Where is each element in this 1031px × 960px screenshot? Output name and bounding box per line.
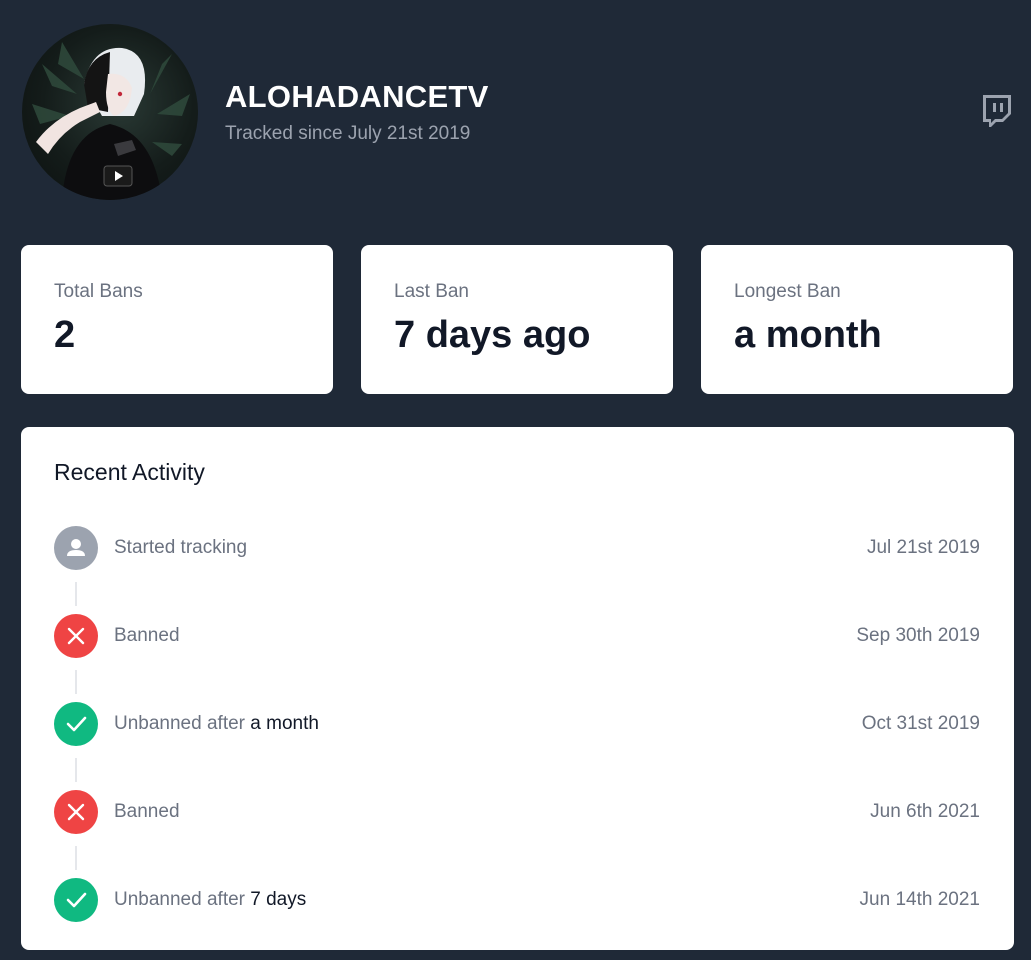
- last-ban-card: Last Ban 7 days ago: [361, 245, 673, 394]
- total-bans-card: Total Bans 2: [21, 245, 333, 394]
- timeline-event: Unbanned after 7 days Jun 14th 2021: [54, 878, 980, 922]
- event-text: Banned: [114, 801, 180, 822]
- longest-ban-card: Longest Ban a month: [701, 245, 1013, 394]
- timeline-connector: [75, 758, 77, 782]
- recent-activity-panel: Recent Activity Started tracking Jul 21s…: [21, 427, 1014, 950]
- timeline-connector: [75, 846, 77, 870]
- event-date: Oct 31st 2019: [861, 713, 980, 734]
- timeline-event: Banned Jun 6th 2021: [54, 790, 980, 834]
- stat-label: Longest Ban: [734, 281, 841, 302]
- event-date: Jun 6th 2021: [870, 801, 980, 822]
- event-date: Sep 30th 2019: [856, 625, 980, 646]
- stat-value: a month: [734, 314, 882, 356]
- check-icon: [54, 702, 98, 746]
- channel-avatar: [22, 24, 198, 200]
- event-date: Jul 21st 2019: [866, 537, 980, 558]
- stats-cards: Total Bans 2 Last Ban 7 days ago Longest…: [21, 245, 1014, 394]
- stat-value: 7 days ago: [394, 314, 591, 356]
- event-date: Jun 14th 2021: [859, 889, 980, 910]
- event-text: Unbanned after a month: [114, 713, 319, 734]
- event-text: Banned: [114, 625, 180, 646]
- x-icon: [54, 614, 98, 658]
- channel-name: ALOHADANCETV: [225, 79, 489, 114]
- timeline-connector: [75, 582, 77, 606]
- stat-label: Total Bans: [54, 281, 143, 302]
- x-icon: [54, 790, 98, 834]
- event-text: Started tracking: [114, 537, 248, 558]
- stat-label: Last Ban: [394, 281, 469, 302]
- user-icon: [54, 526, 98, 570]
- check-icon: [54, 878, 98, 922]
- timeline-event: Unbanned after a month Oct 31st 2019: [54, 702, 980, 746]
- timeline-connector: [75, 670, 77, 694]
- timeline-event: Started tracking Jul 21st 2019: [54, 526, 980, 570]
- timeline-event: Banned Sep 30th 2019: [54, 614, 980, 658]
- channel-header: ALOHADANCETV Tracked since July 21st 201…: [22, 24, 1012, 200]
- twitch-icon[interactable]: [980, 94, 1012, 128]
- tracked-since-text: Tracked since July 21st 2019: [225, 123, 471, 144]
- event-text: Unbanned after 7 days: [114, 889, 307, 910]
- activity-title: Recent Activity: [54, 459, 205, 485]
- activity-timeline: Started tracking Jul 21st 2019 Banned Se…: [54, 526, 980, 926]
- stat-value: 2: [54, 314, 76, 356]
